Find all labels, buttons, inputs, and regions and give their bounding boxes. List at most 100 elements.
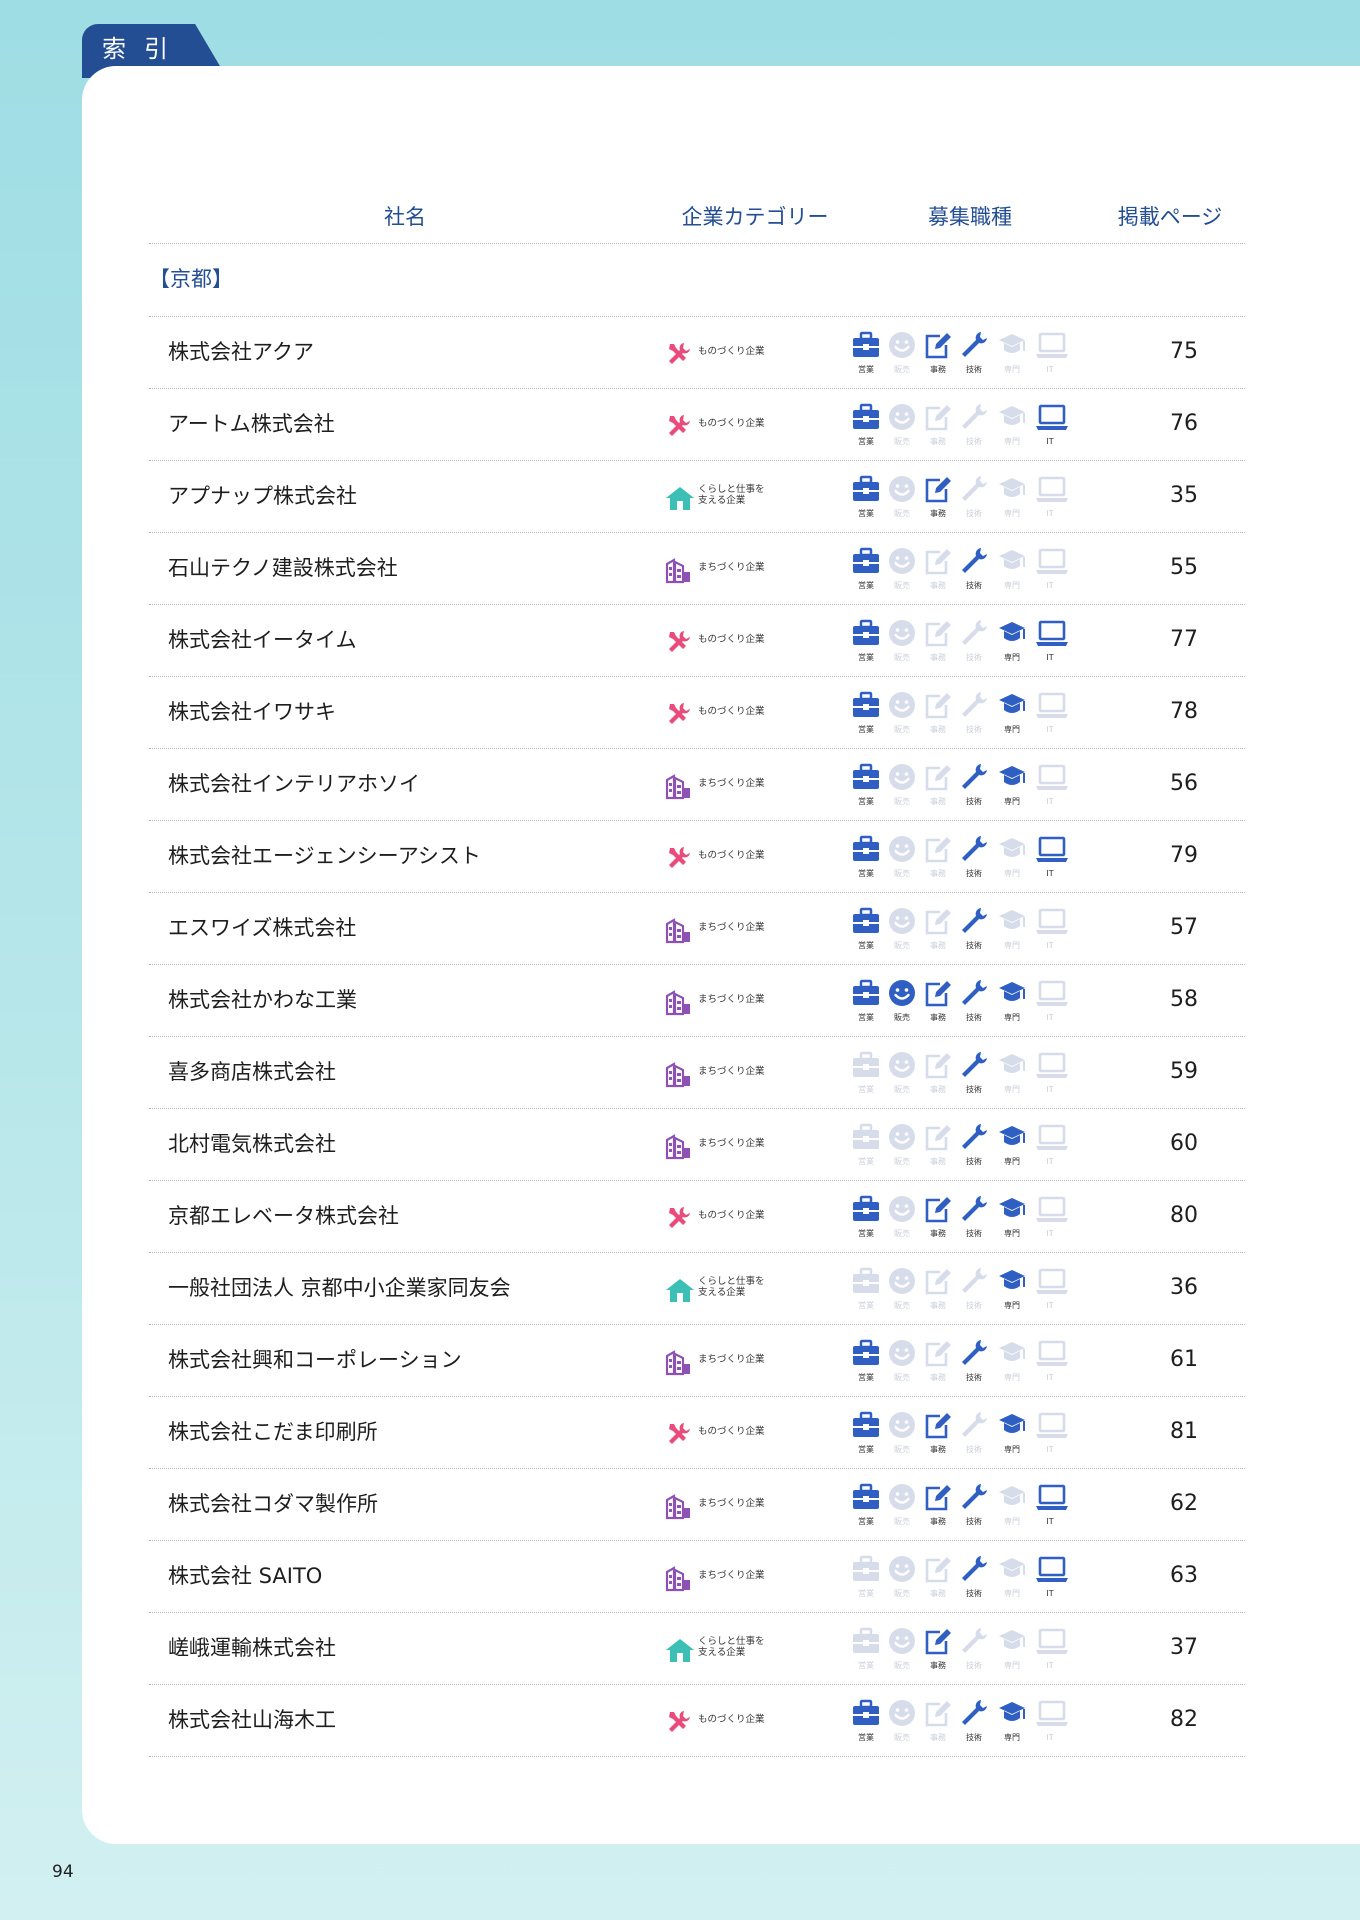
category-label: まちづくり企業	[698, 1498, 765, 1509]
table-row: 石山テクノ建設株式会社 まちづくり企業 営業 販売 事務 技術 専門 IT 55	[149, 532, 1245, 604]
job-types: 営業 販売 事務 技術 専門 IT	[849, 1627, 1089, 1677]
smiley-icon: 販売	[885, 619, 919, 669]
job-label: 技術	[966, 1157, 982, 1166]
briefcase-icon: 営業	[849, 1123, 883, 1173]
job-label: IT	[1046, 509, 1054, 518]
table-row: 株式会社アクア ものづくり企業 営業 販売 事務 技術 専門 IT 75	[149, 316, 1245, 388]
job-label: 専門	[1004, 653, 1020, 662]
pen-notepad-icon: 事務	[921, 763, 955, 813]
job-label: 事務	[930, 653, 946, 662]
page-number: 94	[52, 1862, 74, 1882]
header-company-name: 社名	[384, 205, 426, 229]
briefcase-icon: 営業	[849, 475, 883, 525]
job-label: 技術	[966, 509, 982, 518]
job-label: 事務	[930, 509, 946, 518]
job-types: 営業 販売 事務 技術 専門 IT	[849, 403, 1089, 453]
laptop-icon: IT	[1033, 691, 1068, 741]
table-row: 株式会社山海木工 ものづくり企業 営業 販売 事務 技術 専門 IT 82	[149, 1684, 1245, 1756]
pen-notepad-icon: 事務	[921, 331, 955, 381]
graduation-cap-icon: 専門	[995, 619, 1029, 669]
job-label: 技術	[966, 1229, 982, 1238]
briefcase-icon: 営業	[849, 1699, 883, 1749]
smiley-icon: 販売	[885, 1699, 919, 1749]
page-ref: 35	[1170, 483, 1198, 508]
table-row: 株式会社エージェンシーアシスト ものづくり企業 営業 販売 事務 技術 専門 IT 79	[149, 820, 1245, 892]
header-divider	[149, 243, 1245, 244]
page-ref: 55	[1170, 555, 1198, 580]
job-label: 専門	[1004, 1013, 1020, 1022]
pen-notepad-icon: 事務	[921, 691, 955, 741]
job-label: 事務	[930, 1733, 946, 1742]
briefcase-icon: 営業	[849, 1195, 883, 1245]
job-label: 販売	[894, 365, 910, 374]
company-name: 株式会社かわな工業	[168, 988, 357, 1012]
job-label: 専門	[1004, 1589, 1020, 1598]
page-ref: 80	[1170, 1203, 1198, 1228]
job-label: 技術	[966, 1661, 982, 1670]
category-badge-kurashi: くらしと仕事を 支える企業	[664, 482, 804, 512]
laptop-icon: IT	[1033, 1123, 1068, 1173]
smiley-icon: 販売	[885, 547, 919, 597]
job-label: IT	[1046, 1301, 1054, 1310]
wrench-icon: 技術	[957, 907, 991, 957]
smiley-icon: 販売	[885, 763, 919, 813]
category-label: まちづくり企業	[698, 994, 765, 1005]
job-types: 営業 販売 事務 技術 専門 IT	[849, 1411, 1089, 1461]
smiley-icon: 販売	[885, 1195, 919, 1245]
briefcase-icon: 営業	[849, 907, 883, 957]
job-label: 営業	[858, 365, 874, 374]
briefcase-icon: 営業	[849, 1051, 883, 1101]
company-name: 一般社団法人 京都中小企業家同友会	[168, 1276, 511, 1300]
job-label: IT	[1046, 1157, 1054, 1166]
pen-notepad-icon: 事務	[921, 907, 955, 957]
company-name: エスワイズ株式会社	[168, 916, 357, 940]
briefcase-icon: 営業	[849, 1267, 883, 1317]
job-label: 事務	[930, 581, 946, 590]
job-label: 営業	[858, 1085, 874, 1094]
briefcase-icon: 営業	[849, 1555, 883, 1605]
job-label: 販売	[894, 581, 910, 590]
laptop-icon: IT	[1033, 1483, 1068, 1533]
job-types: 営業 販売 事務 技術 専門 IT	[849, 1267, 1089, 1317]
job-types: 営業 販売 事務 技術 専門 IT	[849, 1339, 1089, 1389]
category-label: ものづくり企業	[698, 850, 765, 861]
wrench-icon: 技術	[957, 691, 991, 741]
table-row: 株式会社コダマ製作所 まちづくり企業 営業 販売 事務 技術 専門 IT 62	[149, 1468, 1245, 1540]
pen-notepad-icon: 事務	[921, 1195, 955, 1245]
graduation-cap-icon: 専門	[995, 1195, 1029, 1245]
graduation-cap-icon: 専門	[995, 1699, 1029, 1749]
job-label: 事務	[930, 1661, 946, 1670]
laptop-icon: IT	[1033, 1195, 1068, 1245]
briefcase-icon: 営業	[849, 1483, 883, 1533]
job-types: 営業 販売 事務 技術 専門 IT	[849, 1699, 1089, 1749]
job-label: 事務	[930, 365, 946, 374]
job-types: 営業 販売 事務 技術 専門 IT	[849, 1123, 1089, 1173]
job-label: IT	[1046, 1733, 1054, 1742]
job-label: 販売	[894, 1085, 910, 1094]
graduation-cap-icon: 専門	[995, 1123, 1029, 1173]
job-label: 営業	[858, 1733, 874, 1742]
category-badge-mono: ものづくり企業	[664, 626, 804, 656]
briefcase-icon: 営業	[849, 763, 883, 813]
laptop-icon: IT	[1033, 1555, 1068, 1605]
job-types: 営業 販売 事務 技術 専門 IT	[849, 619, 1089, 669]
category-badge-machi: まちづくり企業	[664, 1058, 804, 1088]
pen-notepad-icon: 事務	[921, 1699, 955, 1749]
job-label: 専門	[1004, 437, 1020, 446]
page-ref: 76	[1170, 411, 1198, 436]
job-label: 販売	[894, 941, 910, 950]
smiley-icon: 販売	[885, 1411, 919, 1461]
job-label: IT	[1046, 1661, 1054, 1670]
pen-notepad-icon: 事務	[921, 1555, 955, 1605]
laptop-icon: IT	[1033, 763, 1068, 813]
company-name: アートム株式会社	[168, 412, 335, 436]
graduation-cap-icon: 専門	[995, 1051, 1029, 1101]
category-badge-machi: まちづくり企業	[664, 770, 804, 800]
wrench-icon: 技術	[957, 1699, 991, 1749]
graduation-cap-icon: 専門	[995, 835, 1029, 885]
page-ref: 78	[1170, 699, 1198, 724]
graduation-cap-icon: 専門	[995, 907, 1029, 957]
laptop-icon: IT	[1033, 547, 1068, 597]
smiley-icon: 販売	[885, 1339, 919, 1389]
job-label: 営業	[858, 1373, 874, 1382]
